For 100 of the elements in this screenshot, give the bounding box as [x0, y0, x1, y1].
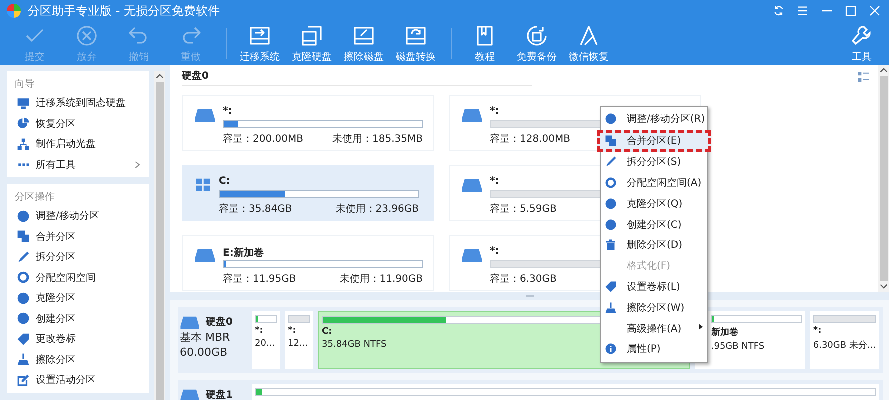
sidebar-item[interactable]: 分配空闲空间: [7, 268, 149, 288]
drive-icon: [462, 178, 482, 192]
sidebar-item[interactable]: 设置活动分区: [7, 370, 149, 390]
submenu-arrow-icon: [699, 324, 703, 330]
partition-block[interactable]: *: 12...: [285, 311, 313, 369]
stacked-drives-icon: [300, 24, 324, 48]
scrollbar-thumb[interactable]: [156, 82, 164, 400]
disk-name: 硬盘0: [206, 316, 233, 329]
toolbar-button[interactable]: 教程: [460, 22, 510, 65]
usage-bar: [813, 315, 876, 323]
windows-icon: [195, 178, 211, 192]
drive-icon: [195, 108, 215, 122]
pie-chart-icon: [17, 117, 30, 130]
disk-name: 硬盘1: [206, 388, 233, 400]
sidebar-item[interactable]: 迁移系统到固态硬盘: [7, 93, 149, 114]
partition-info: 6.30GB 未分...: [813, 340, 876, 352]
toolbar-button[interactable]: 迁移系统: [235, 22, 285, 65]
window-title: 分区助手专业版 - 无损分区免费软件: [28, 2, 220, 20]
sidebar-item[interactable]: 拆分分区: [7, 247, 149, 268]
pen-icon: [605, 156, 617, 168]
database-icon: [525, 24, 549, 48]
partition-block[interactable]: *: 6.30GB 未分...: [810, 311, 879, 369]
trash-icon: [605, 239, 617, 252]
partition-label: *:: [490, 246, 500, 259]
partition-label: 新加卷: [711, 326, 738, 339]
broom-icon: [605, 302, 617, 314]
drive-icon: [180, 388, 200, 400]
scrollbar[interactable]: [878, 65, 889, 292]
scrollbar-thumb[interactable]: [880, 76, 888, 281]
disk-info-panel[interactable]: 硬盘1: [180, 384, 247, 400]
disk-info-panel[interactable]: 硬盘0 基本 MBR 60.00GB: [180, 311, 247, 369]
section-title: 分区操作: [14, 191, 56, 205]
usage-bar: [288, 315, 310, 323]
close-icon: [869, 5, 881, 17]
partition-label: *:: [490, 176, 500, 189]
list-view-icon[interactable]: [858, 72, 869, 83]
sidebar-item[interactable]: 所有工具: [7, 154, 149, 175]
broom-icon: [17, 353, 30, 366]
toolbar-button[interactable]: 磁盘转换: [391, 22, 441, 65]
scrollbar[interactable]: [154, 71, 165, 400]
partition-label: E:新加卷: [223, 246, 264, 259]
sidebar-item[interactable]: 调整/移动分区: [7, 206, 149, 226]
partition-label: *:: [288, 326, 296, 336]
toolbar-button[interactable]: 擦除磁盘: [339, 22, 389, 65]
monitor-icon: [17, 96, 30, 110]
toolbar-button[interactable]: 微信恢复: [564, 22, 614, 65]
refresh-icon: [773, 5, 785, 17]
tag-icon: [17, 332, 30, 346]
menu-item[interactable]: 合并分区(E): [597, 130, 711, 152]
tools-button[interactable]: 工具: [837, 22, 887, 65]
partition-label: *:: [490, 106, 500, 119]
cancel-icon: [75, 24, 99, 48]
info-icon: [605, 343, 617, 356]
partition-label: C:: [322, 327, 332, 337]
sidebar-item[interactable]: 制作启动光盘: [7, 134, 149, 154]
partition-info: 12...: [288, 339, 308, 349]
sidebar-item[interactable]: 恢复分区: [7, 114, 149, 134]
app-logo-icon: [6, 3, 22, 19]
capacity-text: 容量：11.95GB: [223, 272, 296, 286]
pen-icon: [17, 250, 30, 264]
partition-info: .95GB NTFS: [711, 342, 765, 352]
toolbar-button[interactable]: 克隆硬盘: [287, 22, 337, 65]
partition-label: *:: [813, 326, 822, 336]
partition-label: *:: [255, 326, 264, 336]
capacity-text: 容量：6.30GB: [490, 272, 557, 286]
free-space-text: 未使用：11.90GB: [340, 272, 423, 286]
menu-icon: [797, 5, 809, 17]
disk-type: 基本 MBR: [180, 330, 232, 345]
drive-icon: [462, 108, 482, 122]
partition-card[interactable]: *: 容量：200.00MB 未使用：185.35MB: [182, 95, 434, 151]
edit-icon: [17, 374, 30, 387]
partition-block[interactable]: *: 20...: [252, 311, 280, 369]
sidebar-item[interactable]: 创建分区: [7, 308, 149, 329]
minimize-icon: [822, 10, 832, 12]
drive-icon: [462, 248, 482, 262]
capacity-text: 容量：5.59GB: [490, 202, 557, 216]
sidebar-item[interactable]: 擦除分区: [7, 350, 149, 370]
free-space-text: 未使用：185.35MB: [332, 132, 423, 146]
splitter-handle[interactable]: [526, 295, 534, 297]
overlapping-squares-icon: [17, 230, 30, 244]
scroll-down-icon[interactable]: [880, 284, 888, 289]
partition-info: 20...: [255, 339, 276, 349]
disk-title: 硬盘0: [182, 70, 209, 83]
capacity-text: 容量：200.00MB: [223, 132, 304, 146]
maximize-icon: [845, 5, 857, 17]
toolbar-button[interactable]: 免费备份: [512, 22, 562, 65]
disk-size: 60.00GB: [180, 346, 229, 359]
drive-icon: [180, 316, 200, 328]
sidebar-item[interactable]: 合并分区: [7, 226, 149, 247]
sidebar-item[interactable]: 更改卷标: [7, 329, 149, 350]
partition-card[interactable]: E:新加卷 容量：11.95GB 未使用：11.90GB: [182, 235, 434, 291]
section-title: 向导: [14, 78, 36, 92]
tag-icon: [605, 280, 617, 293]
sidebar-item[interactable]: 克隆分区: [7, 288, 149, 308]
scroll-up-icon[interactable]: [156, 74, 164, 79]
network-icon: [17, 138, 30, 151]
partition-card[interactable]: C: 容量：35.84GB 未使用：23.96GB: [182, 165, 434, 221]
wrench-icon: [850, 24, 874, 48]
capacity-text: 容量：35.84GB: [219, 202, 292, 216]
scroll-up-icon[interactable]: [880, 68, 888, 73]
